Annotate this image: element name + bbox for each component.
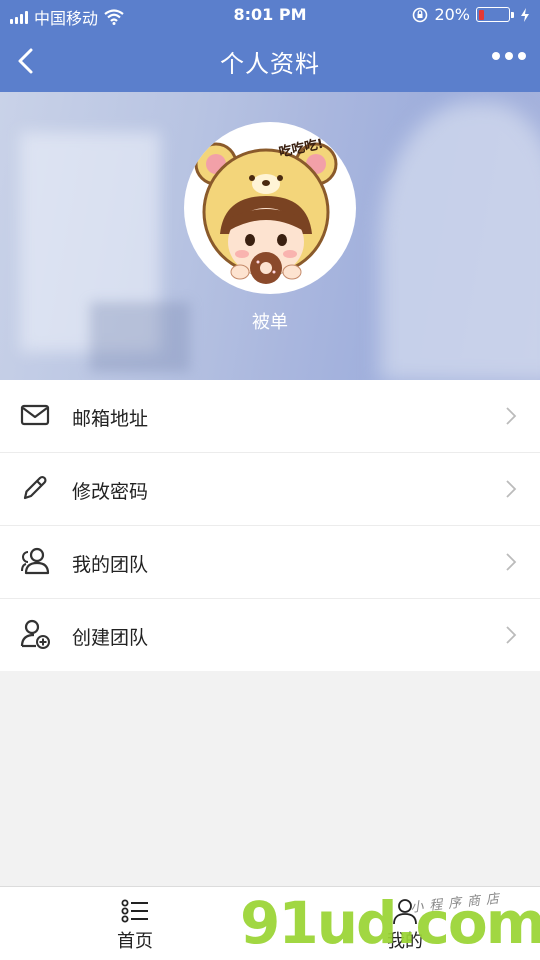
menu-item-label: 修改密码: [72, 481, 149, 503]
battery-level: [478, 9, 485, 20]
mail-icon: [20, 404, 50, 426]
menu-item-create-team[interactable]: 创建团队: [0, 599, 540, 671]
pencil-icon: [23, 475, 47, 500]
charging-icon: [521, 7, 529, 22]
tab-home[interactable]: 首页: [65, 897, 205, 953]
battery-percent: 20%: [434, 5, 470, 24]
more-dots-icon[interactable]: [492, 52, 526, 60]
menu-item-label: 我的团队: [72, 554, 149, 576]
chevron-right-icon: [506, 407, 517, 425]
nav-bar: 个人资料: [0, 30, 540, 92]
orientation-lock-icon: [413, 7, 428, 22]
settings-menu: 邮箱地址 修改密码 我的团队 创建团队: [0, 380, 540, 671]
status-bar-right: 20%: [412, 5, 530, 24]
avatar[interactable]: 吃吃吃!: [184, 122, 356, 294]
menu-item-email[interactable]: 邮箱地址: [0, 380, 540, 453]
avatar-illustration: 吃吃吃!: [186, 124, 354, 292]
add-user-icon: [20, 619, 50, 649]
tab-mine[interactable]: 我的: [335, 897, 475, 953]
chevron-right-icon: [506, 480, 517, 498]
menu-item-label: 邮箱地址: [72, 408, 149, 430]
profile-header: 吃吃吃! 被单: [0, 92, 540, 380]
tab-label: 我的: [387, 931, 423, 952]
menu-item-change-password[interactable]: 修改密码: [0, 453, 540, 526]
tab-bar: 首页 我的: [0, 886, 540, 960]
menu-item-label: 创建团队: [72, 627, 149, 649]
list-icon: [121, 899, 148, 923]
chevron-right-icon: [506, 553, 517, 571]
background-blur: [380, 102, 540, 380]
battery-icon: [476, 7, 514, 22]
status-bar: 中国移动 8:01 PM 20%: [0, 0, 540, 30]
menu-item-my-team[interactable]: 我的团队: [0, 526, 540, 599]
chevron-right-icon: [506, 626, 517, 644]
team-icon: [21, 547, 50, 575]
profile-name: 被单: [252, 312, 288, 333]
user-icon: [393, 899, 417, 925]
tab-label: 首页: [117, 931, 153, 952]
page-title: 个人资料: [220, 50, 320, 78]
